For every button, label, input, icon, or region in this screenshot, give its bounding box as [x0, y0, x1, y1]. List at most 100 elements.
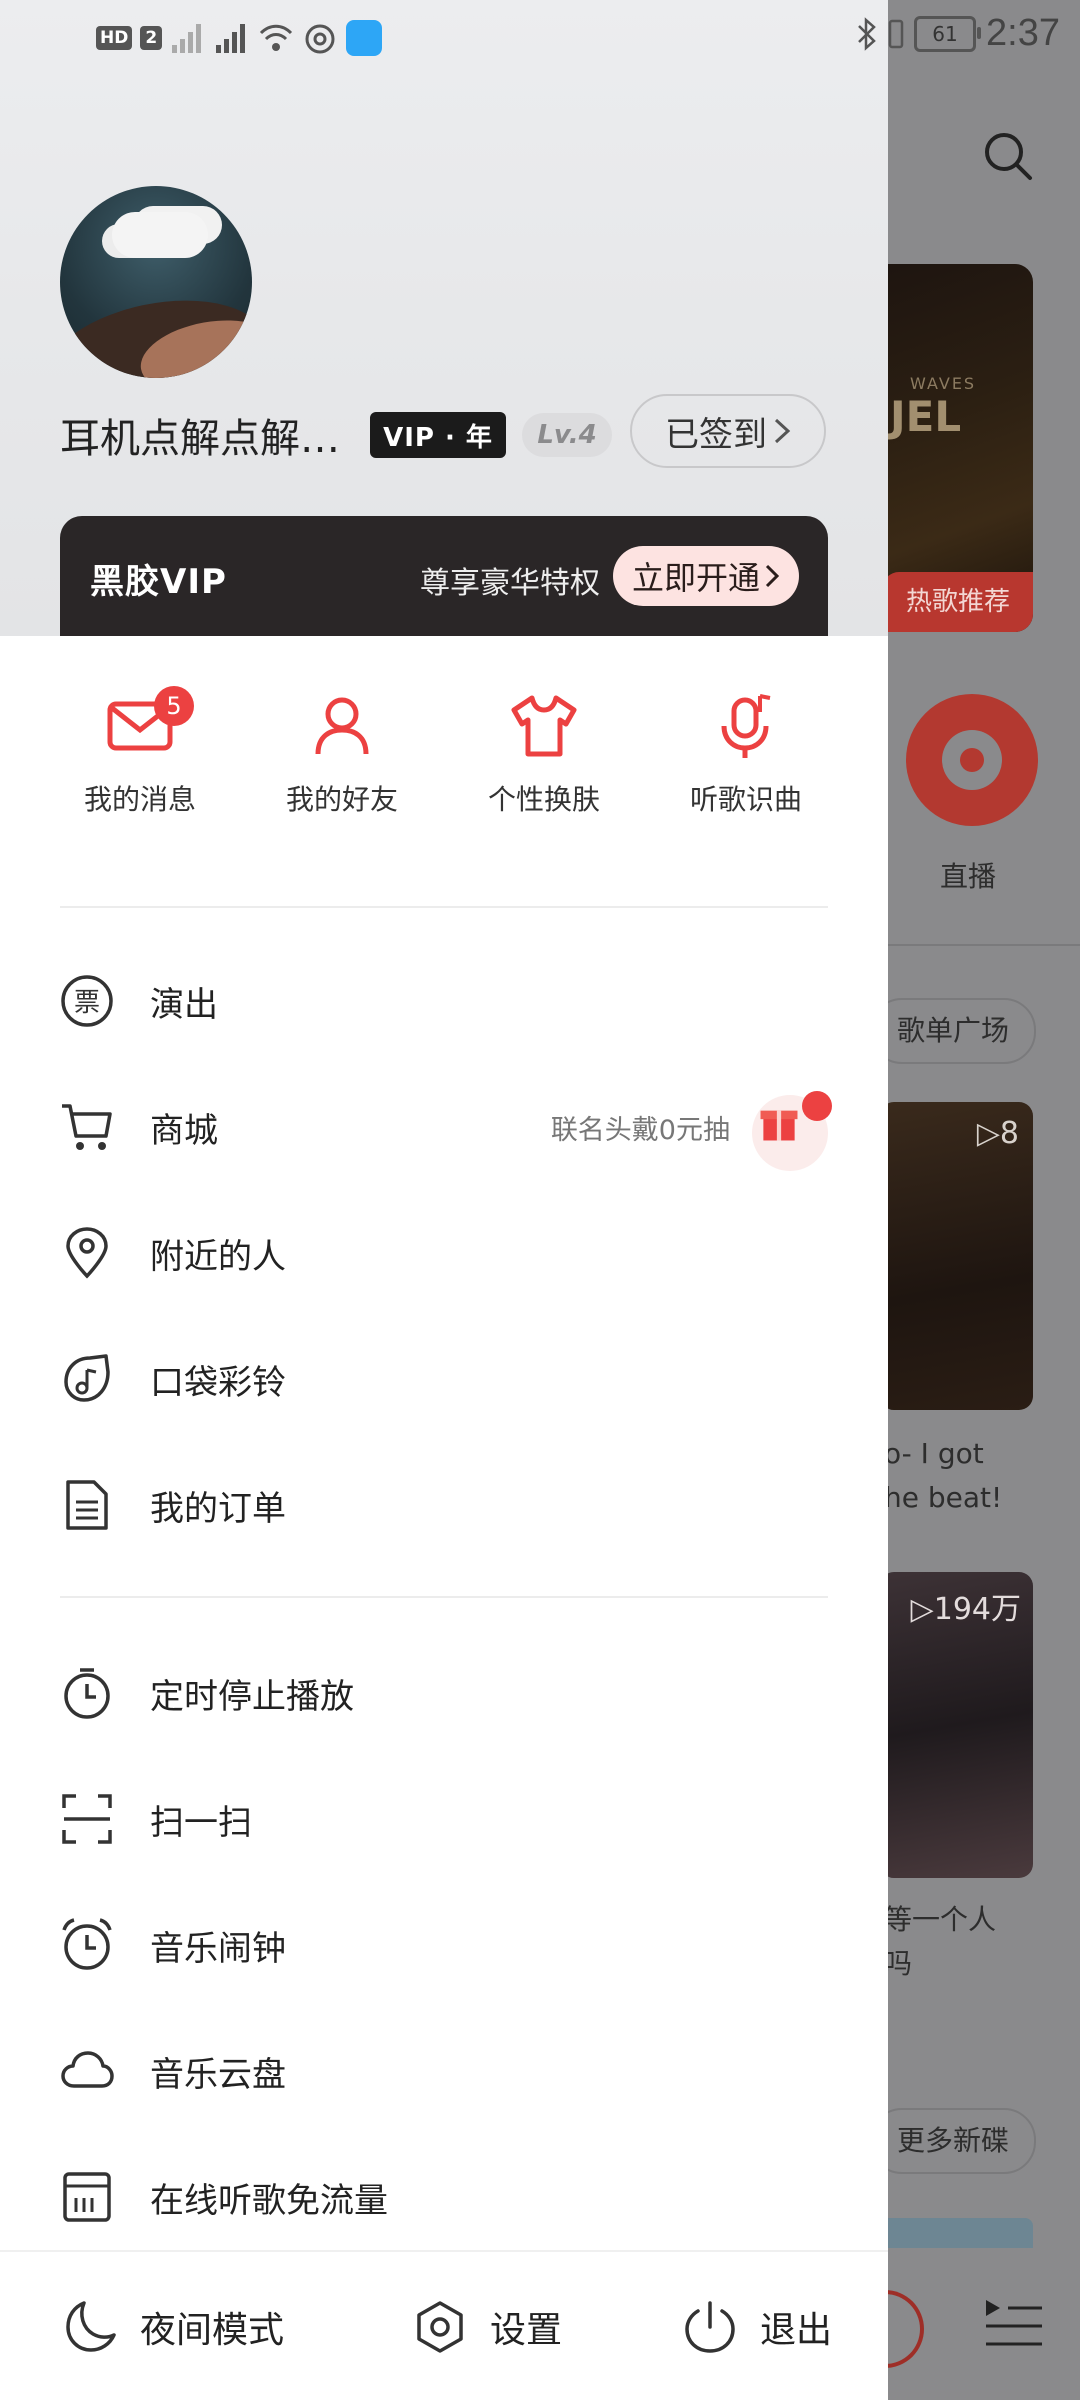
divider: [60, 906, 828, 908]
my-messages-button[interactable]: 5 我的消息: [50, 686, 230, 818]
playlist-card[interactable]: ▷194万: [880, 1572, 1033, 1878]
sim-indicator: 2: [140, 26, 163, 50]
friend-icon: [315, 697, 369, 755]
signin-label: 已签到: [665, 414, 767, 455]
search-icon[interactable]: [980, 128, 1034, 182]
caption-line: 等一个人: [884, 1903, 997, 1936]
menu-item-label: 口袋彩铃: [150, 1362, 286, 1403]
hd-indicator: HD: [96, 26, 133, 50]
divider: [60, 1596, 828, 1598]
banner-big-text: JEL: [890, 392, 962, 441]
status-left: HD 2: [96, 20, 383, 56]
vip-slogan: 尊享豪华特权: [420, 566, 600, 601]
my-friends-button[interactable]: 我的好友: [252, 690, 432, 818]
mall-promo-hint: 联名头戴0元抽: [550, 1114, 730, 1146]
banner-tag: 热歌推荐: [883, 572, 1033, 632]
menu-item-label: 音乐闹钟: [150, 1928, 286, 1969]
menu-item-alarm[interactable]: 音乐闹钟: [60, 1895, 828, 1995]
menu-item-label: 音乐云盘: [150, 2054, 286, 2095]
playlist-card[interactable]: ▷8: [880, 1102, 1033, 1410]
power-icon: [685, 2301, 735, 2353]
quick-action-label: 个性换肤: [487, 783, 600, 816]
caption-line: 吗: [884, 1947, 913, 1980]
menu-item-label: 演出: [150, 984, 218, 1025]
menu-item-scan[interactable]: 扫一扫: [60, 1769, 828, 1869]
vip-promo-bar[interactable]: 黑胶VIP 尊享豪华特权 立即开通: [60, 516, 828, 636]
vip-year-badge[interactable]: VIP · 年: [370, 412, 506, 458]
quick-actions: 5 我的消息 我的好友 个性换肤 听歌识曲: [0, 686, 888, 850]
ringtone-icon: [64, 1354, 110, 1402]
bluetooth-icon: [858, 16, 876, 51]
playlist-caption: 等一个人 吗: [884, 1898, 996, 1986]
vibrate-icon: [888, 19, 904, 48]
wifi-icon: [260, 24, 293, 51]
playlist-plaza-button[interactable]: 歌单广场: [870, 998, 1036, 1064]
username[interactable]: 耳机点解点解点解: [60, 406, 360, 464]
menu-item-label: 定时停止播放: [150, 1676, 354, 1717]
bg-divider: [888, 944, 1080, 946]
user-info-row: 耳机点解点解点解 VIP · 年 Lv.4: [60, 400, 612, 470]
ticket-icon: 票: [61, 975, 113, 1027]
quick-action-label: 听歌识曲: [689, 783, 802, 816]
settings-label: 设置: [490, 2310, 563, 2351]
open-vip-button[interactable]: 立即开通: [613, 546, 799, 606]
play-count: ▷194万: [910, 1592, 1021, 1627]
scan-icon: [62, 1794, 112, 1844]
playlist-icon[interactable]: [984, 2296, 1044, 2352]
quick-action-label: 我的好友: [285, 783, 398, 816]
avatar[interactable]: [60, 186, 252, 378]
caption-line: o- I got: [884, 1437, 984, 1470]
timer-icon: [64, 1668, 110, 1719]
quick-action-label: 我的消息: [83, 783, 196, 816]
live-icon[interactable]: [906, 694, 1038, 826]
signal-icon: [172, 24, 202, 53]
play-count: ▷8: [976, 1116, 1019, 1151]
menu-item-label: 商城: [150, 1110, 218, 1151]
album-thumbnail[interactable]: [880, 2218, 1033, 2248]
logout-label: 退出: [760, 2310, 833, 2351]
song-recognition-button[interactable]: 听歌识曲: [656, 690, 836, 818]
menu-item-mall[interactable]: 商城 联名头戴0元抽: [60, 1077, 832, 1177]
menu-item-free-data[interactable]: 在线听歌免流量: [60, 2147, 828, 2247]
vip-logo: 黑胶VIP: [90, 562, 227, 602]
cart-icon: [62, 1104, 112, 1150]
open-vip-label: 立即开通: [631, 559, 760, 597]
chevron-right-icon: [765, 564, 780, 588]
menu-item-shows[interactable]: 票 演出: [60, 951, 828, 1051]
settings-button[interactable]: 设置: [412, 2252, 562, 2400]
signin-button[interactable]: 已签到: [630, 394, 826, 468]
gear-icon: [417, 2301, 463, 2353]
night-mode-button[interactable]: 夜间模式: [62, 2252, 284, 2400]
menu-item-label: 扫一扫: [150, 1802, 252, 1843]
night-mode-label: 夜间模式: [140, 2310, 285, 2351]
status-right: 61 2:37: [856, 12, 1060, 55]
battery-icon: 61: [914, 15, 982, 52]
message-count-badge: 5: [154, 686, 194, 726]
signal-4g-icon: [216, 24, 246, 53]
notification-dot: [802, 1091, 832, 1121]
drawer-bottom-bar: 夜间模式 设置 退出: [0, 2250, 888, 2400]
level-badge[interactable]: Lv.4: [522, 413, 612, 457]
live-label: 直播: [940, 860, 997, 893]
status-bar: HD 2 61 2:37: [0, 0, 1080, 76]
svg-text:票: 票: [74, 988, 100, 1018]
menu-item-sleep-timer[interactable]: 定时停止播放: [60, 1643, 828, 1743]
location-icon: [66, 1227, 108, 1279]
alarm-icon: [62, 1918, 112, 1970]
moon-icon: [66, 2301, 116, 2352]
menu-item-nearby[interactable]: 附近的人: [60, 1203, 828, 1303]
menu-item-ringtone[interactable]: 口袋彩铃: [60, 1329, 828, 1429]
caption-line: he beat!: [884, 1481, 1003, 1514]
side-drawer: 耳机点解点解点解 VIP · 年 Lv.4 已签到 黑胶VIP 尊享豪华特权 立…: [0, 0, 888, 2400]
menu-item-orders[interactable]: 我的订单: [60, 1455, 828, 1555]
more-albums-button[interactable]: 更多新碟: [870, 2108, 1036, 2174]
skin-button[interactable]: 个性换肤: [454, 690, 634, 818]
cloud-icon: [61, 2051, 114, 2088]
search-app-icon: [346, 20, 383, 56]
menu-item-label: 附近的人: [150, 1236, 286, 1277]
menu-item-cloud-drive[interactable]: 音乐云盘: [60, 2021, 828, 2121]
gift-icon[interactable]: [752, 1091, 832, 1171]
logout-button[interactable]: 退出: [682, 2252, 832, 2400]
shirt-icon: [511, 695, 577, 757]
chevron-right-icon: [774, 418, 791, 444]
